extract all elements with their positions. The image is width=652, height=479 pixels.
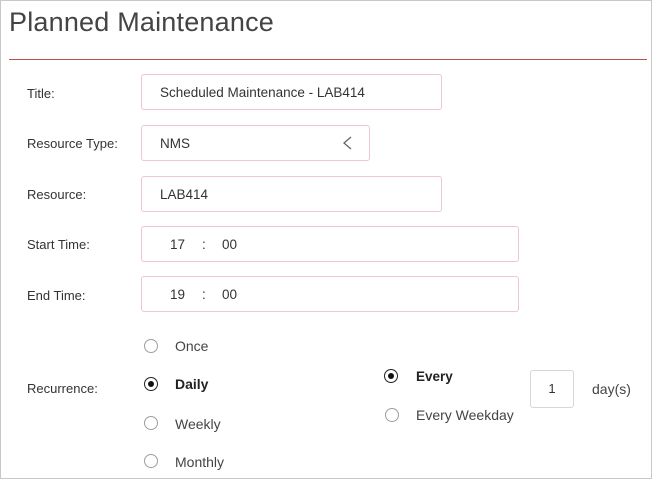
radio-every-label: Every — [416, 369, 453, 384]
title-field-value: Scheduled Maintenance - LAB414 — [160, 85, 365, 100]
start-minute[interactable]: 00 — [222, 237, 237, 252]
start-time-label: Start Time: — [27, 237, 90, 252]
resource-type-label: Resource Type: — [27, 136, 118, 151]
recurrence-label: Recurrence: — [27, 381, 98, 396]
planned-maintenance-panel: Planned Maintenance Title: Scheduled Mai… — [0, 0, 652, 479]
radio-weekly[interactable] — [144, 416, 158, 430]
start-time-separator: : — [202, 237, 206, 252]
radio-every-weekday-label: Every Weekday — [416, 407, 514, 423]
radio-daily[interactable] — [144, 377, 158, 391]
end-time-separator: : — [202, 287, 206, 302]
page-title: Planned Maintenance — [9, 7, 274, 37]
start-hour[interactable]: 17 — [170, 237, 185, 252]
radio-once[interactable] — [144, 339, 158, 353]
end-minute[interactable]: 00 — [222, 287, 237, 302]
end-hour[interactable]: 19 — [170, 287, 185, 302]
resource-type-select[interactable]: NMS — [141, 125, 370, 161]
title-field[interactable]: Scheduled Maintenance - LAB414 — [141, 74, 442, 110]
end-time-field[interactable]: 19 : 00 — [141, 276, 519, 312]
start-time-field[interactable]: 17 : 00 — [141, 226, 519, 262]
chevron-left-icon — [343, 136, 352, 150]
resource-field-value: LAB414 — [160, 187, 209, 202]
radio-once-label: Once — [175, 338, 209, 354]
radio-monthly[interactable] — [144, 454, 158, 468]
end-time-label: End Time: — [27, 288, 86, 303]
radio-every-weekday[interactable] — [385, 408, 399, 422]
interval-unit-label: day(s) — [592, 381, 631, 397]
radio-monthly-label: Monthly — [175, 454, 225, 470]
title-divider — [9, 59, 647, 60]
interval-days-input[interactable]: 1 — [530, 370, 574, 408]
radio-weekly-label: Weekly — [175, 416, 221, 432]
title-label: Title: — [27, 86, 55, 101]
radio-daily-label: Daily — [175, 376, 209, 392]
radio-every[interactable] — [384, 369, 398, 383]
resource-label: Resource: — [27, 187, 87, 202]
resource-field[interactable]: LAB414 — [141, 176, 442, 212]
resource-type-value: NMS — [160, 136, 190, 151]
